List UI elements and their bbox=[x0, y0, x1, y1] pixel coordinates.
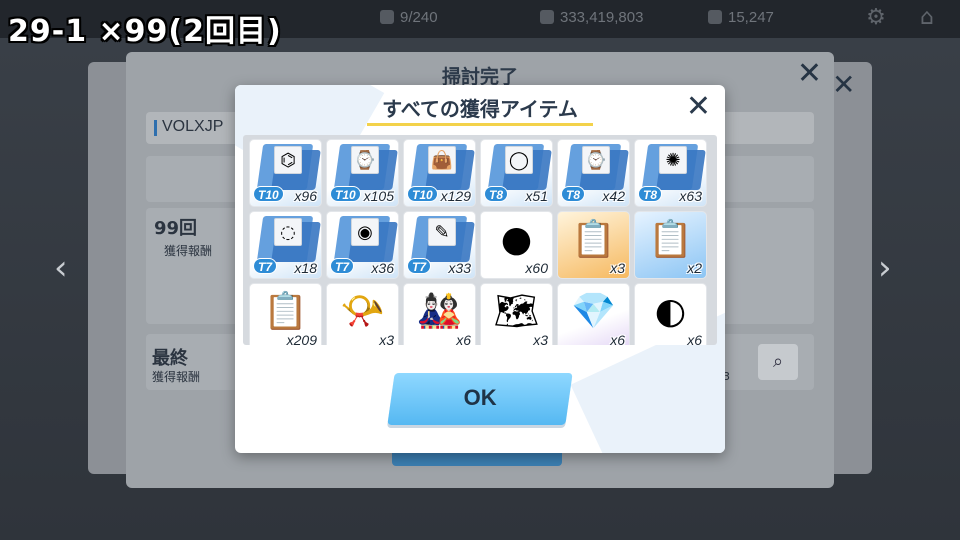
tier-badge: T8 bbox=[484, 186, 509, 202]
item-cell[interactable]: ◉ T7 x36 bbox=[326, 211, 399, 279]
item-grid: ⌬ T10 x96 ⌚ T10 x105 👜 T10 x129 ◯ T8 x51 ⌚ T8 x42 ✺ T8 x6… bbox=[249, 139, 707, 345]
close-icon[interactable]: ✕ bbox=[686, 89, 711, 124]
item-quantity: x18 bbox=[294, 260, 317, 276]
artifact-strap-icon: ⌬ bbox=[280, 150, 296, 171]
item-cell[interactable]: ◯ T8 x51 bbox=[480, 139, 553, 207]
all-items-dialog: すべての獲得アイテム ✕ ⌬ T10 x96 ⌚ T10 x105 👜 T10 x129 ◯ T8 x… bbox=[235, 85, 725, 453]
tier-badge: T8 bbox=[638, 186, 663, 202]
artifact-charm-icon: ✺ bbox=[665, 150, 681, 171]
tier-badge: T10 bbox=[330, 186, 361, 202]
gear-icon[interactable]: ⚙ bbox=[864, 6, 888, 30]
credit-icon bbox=[540, 10, 554, 24]
item-quantity: x33 bbox=[448, 260, 471, 276]
item-cell[interactable]: 🗺 x3 bbox=[480, 283, 553, 345]
item-quantity: x209 bbox=[286, 332, 317, 345]
item-cell[interactable]: 💎 x6 bbox=[557, 283, 630, 345]
item-quantity: x3 bbox=[533, 332, 548, 345]
prev-arrow-icon[interactable]: ‹ bbox=[54, 248, 68, 288]
next-arrow-icon[interactable]: › bbox=[878, 248, 892, 288]
gem-icon bbox=[708, 10, 722, 24]
player-name: VOLXJP bbox=[162, 118, 224, 135]
final-label: 最終 bbox=[152, 348, 188, 369]
item-cell[interactable]: 📋 x2 bbox=[634, 211, 707, 279]
close-icon[interactable]: ✕ bbox=[797, 56, 822, 91]
report-plain-icon: 📋 bbox=[263, 291, 308, 332]
ap-counter: 9/240 bbox=[380, 9, 438, 26]
artifact-disc-icon: ◉ bbox=[357, 222, 373, 243]
item-quantity: x6 bbox=[610, 332, 625, 345]
credit-counter: 333,419,803 bbox=[540, 9, 643, 26]
ok-button-label: OK bbox=[463, 385, 497, 410]
item-cell[interactable]: 👜 T10 x129 bbox=[403, 139, 476, 207]
item-quantity: x96 bbox=[294, 188, 317, 204]
item-cell[interactable]: ◌ T7 x18 bbox=[249, 211, 322, 279]
item-quantity: x36 bbox=[371, 260, 394, 276]
artifact-watch-icon: ⌚ bbox=[353, 150, 377, 171]
item-cell[interactable]: 📯 x3 bbox=[326, 283, 399, 345]
tier-badge: T7 bbox=[407, 258, 432, 274]
item-grid-container[interactable]: ⌬ T10 x96 ⌚ T10 x105 👜 T10 x129 ◯ T8 x51 ⌚ T8 x42 ✺ T8 x6… bbox=[243, 135, 717, 345]
artifact-bracelet-icon: ◌ bbox=[280, 222, 296, 243]
doll-icon: 🎎 bbox=[417, 291, 462, 332]
home-icon[interactable]: ⌂ bbox=[914, 5, 940, 31]
item-quantity: x6 bbox=[687, 332, 702, 345]
item-cell[interactable]: ⌬ T10 x96 bbox=[249, 139, 322, 207]
artifact-pen-icon: ✎ bbox=[434, 222, 450, 243]
item-cell[interactable]: 🎎 x6 bbox=[403, 283, 476, 345]
item-quantity: x3 bbox=[379, 332, 394, 345]
map-scroll-icon: 🗺 bbox=[493, 291, 540, 332]
report-orange-icon: 📋 bbox=[571, 219, 616, 260]
gem-counter: 15,247 bbox=[708, 9, 774, 26]
name-accent-bar bbox=[154, 120, 157, 136]
tier-badge: T10 bbox=[407, 186, 438, 202]
fragment-icon: ◐ bbox=[654, 291, 687, 332]
item-cell[interactable]: ● x60 bbox=[480, 211, 553, 279]
tier-badge: T7 bbox=[330, 258, 355, 274]
item-cell[interactable]: 📋 x3 bbox=[557, 211, 630, 279]
item-cell[interactable]: ✎ T7 x33 bbox=[403, 211, 476, 279]
item-quantity: x60 bbox=[525, 260, 548, 276]
orb-icon: ● bbox=[500, 219, 533, 260]
crystal-icon: 💎 bbox=[571, 291, 616, 332]
item-quantity: x2 bbox=[687, 260, 702, 276]
runs-reward-label: 獲得報酬 bbox=[164, 244, 213, 258]
ok-button[interactable]: OK bbox=[387, 373, 573, 425]
artifact-bag-icon: 👜 bbox=[430, 150, 454, 171]
artifact-watch-gold-icon: ⌚ bbox=[584, 150, 608, 171]
item-cell[interactable]: ⌚ T8 x42 bbox=[557, 139, 630, 207]
tier-badge: T7 bbox=[253, 258, 278, 274]
item-quantity: x129 bbox=[440, 188, 471, 204]
item-cell[interactable]: ◐ x6 bbox=[634, 283, 707, 345]
report-blue-icon: 📋 bbox=[648, 219, 693, 260]
item-cell[interactable]: 📋 x209 bbox=[249, 283, 322, 345]
final-reward-label: 獲得報酬 bbox=[152, 370, 201, 384]
title-underline bbox=[367, 123, 593, 126]
item-cell[interactable]: ✺ T8 x63 bbox=[634, 139, 707, 207]
horn-icon: 📯 bbox=[340, 291, 385, 332]
artifact-necklace-icon: ◯ bbox=[508, 150, 530, 171]
item-quantity: x6 bbox=[456, 332, 471, 345]
runs-count: 99回 bbox=[154, 218, 198, 239]
tier-badge: T10 bbox=[253, 186, 284, 202]
ap-icon bbox=[380, 10, 394, 24]
item-quantity: x51 bbox=[525, 188, 548, 204]
search-icon[interactable]: ⌕ bbox=[758, 344, 798, 380]
item-quantity: x42 bbox=[602, 188, 625, 204]
item-quantity: x3 bbox=[610, 260, 625, 276]
dialog-title: すべての獲得アイテム bbox=[382, 97, 578, 121]
item-cell[interactable]: ⌚ T10 x105 bbox=[326, 139, 399, 207]
video-caption: 29-1 ×99(2回目) bbox=[8, 14, 282, 49]
item-quantity: x63 bbox=[679, 188, 702, 204]
close-icon[interactable]: ✕ bbox=[832, 68, 855, 101]
item-quantity: x105 bbox=[363, 188, 394, 204]
tier-badge: T8 bbox=[561, 186, 586, 202]
